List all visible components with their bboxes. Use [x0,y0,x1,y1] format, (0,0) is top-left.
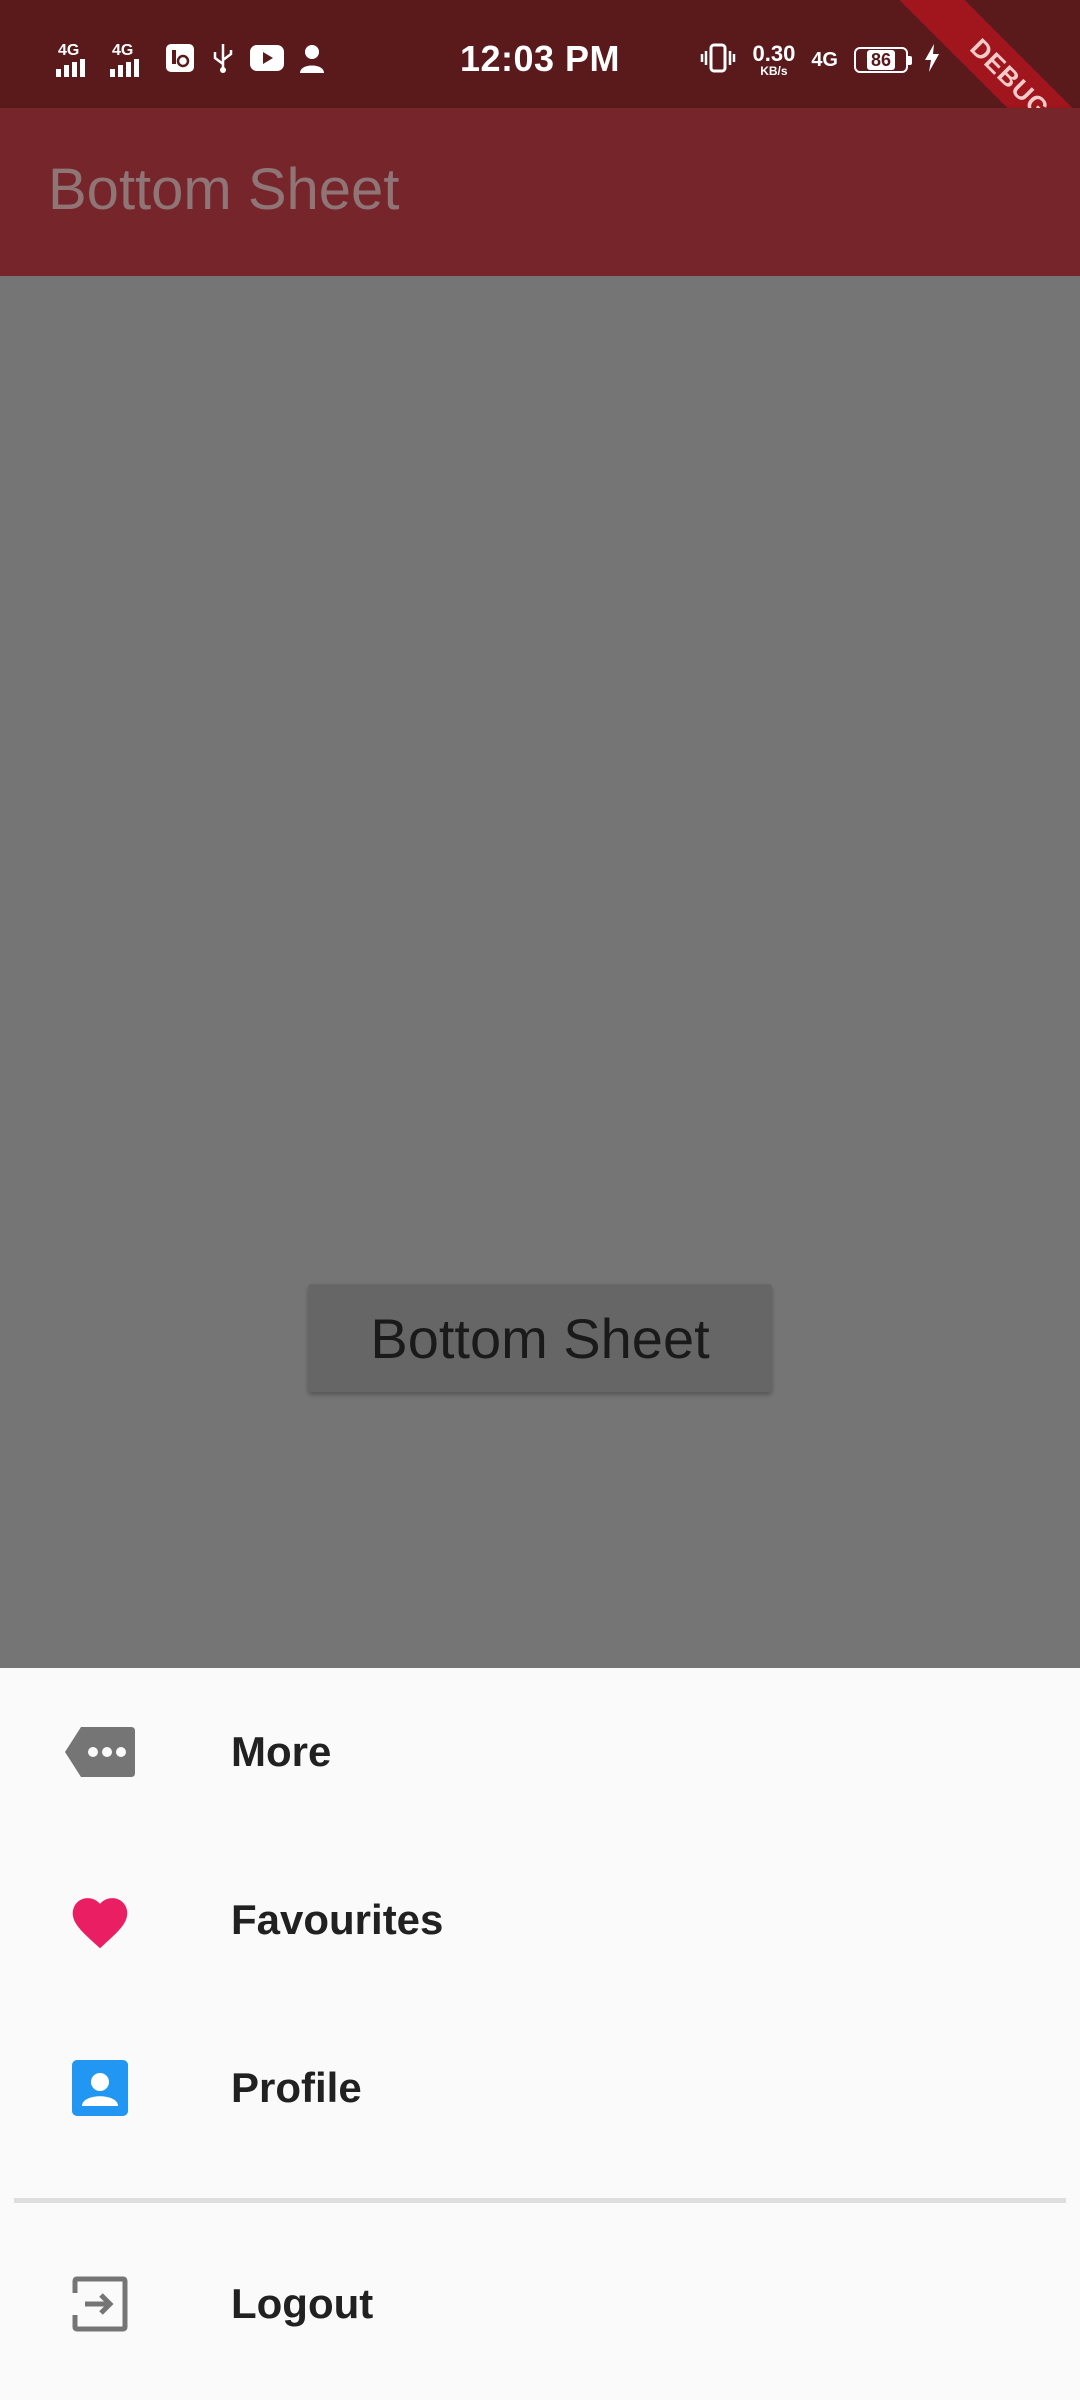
status-bar: 4G 4G 12:03 PM 0.30 KB/s 4G 86 DEBUG [0,0,1080,194]
app-bar-title: Bottom Sheet [48,157,400,222]
exit-icon [60,2264,140,2344]
sheet-item-favourites[interactable]: Favourites [0,1836,1080,2004]
sheet-item-label: More [231,1728,332,1775]
bottom-sheet: More Favourites Profile Logout [0,1668,1080,2400]
heart-icon [60,1880,140,1960]
sheet-item-label: Profile [231,2064,362,2111]
network-speed: 0.30 KB/s [752,41,796,78]
charging-icon [924,43,940,77]
app-screen: 4G 4G 12:03 PM 0.30 KB/s 4G 86 DEBUG Bot… [0,0,1080,2400]
net-speed-unit: KB/s [760,64,788,78]
modal-scrim[interactable]: Bottom Sheet [0,276,1080,1668]
account-box-icon [60,2048,140,2128]
battery-level: 86 [866,50,896,70]
sheet-item-logout[interactable]: Logout [0,2220,1080,2388]
open-bottom-sheet-button[interactable]: Bottom Sheet [308,1284,772,1392]
battery-icon: 86 [854,47,912,73]
sheet-item-profile[interactable]: Profile [0,2004,1080,2172]
vibrate-icon [700,43,736,78]
sheet-divider [14,2198,1066,2203]
network-4g-icon: 4G [811,48,838,71]
net-speed-value: 0.30 [752,41,796,66]
status-bar-right-icons: 0.30 KB/s 4G 86 [700,40,940,80]
sheet-item-more[interactable]: More [0,1668,1080,1836]
app-bar: Bottom Sheet [0,108,1080,276]
more-tag-icon [60,1712,140,1792]
sheet-item-label: Logout [231,2280,374,2327]
sheet-item-label: Favourites [231,1896,444,1943]
